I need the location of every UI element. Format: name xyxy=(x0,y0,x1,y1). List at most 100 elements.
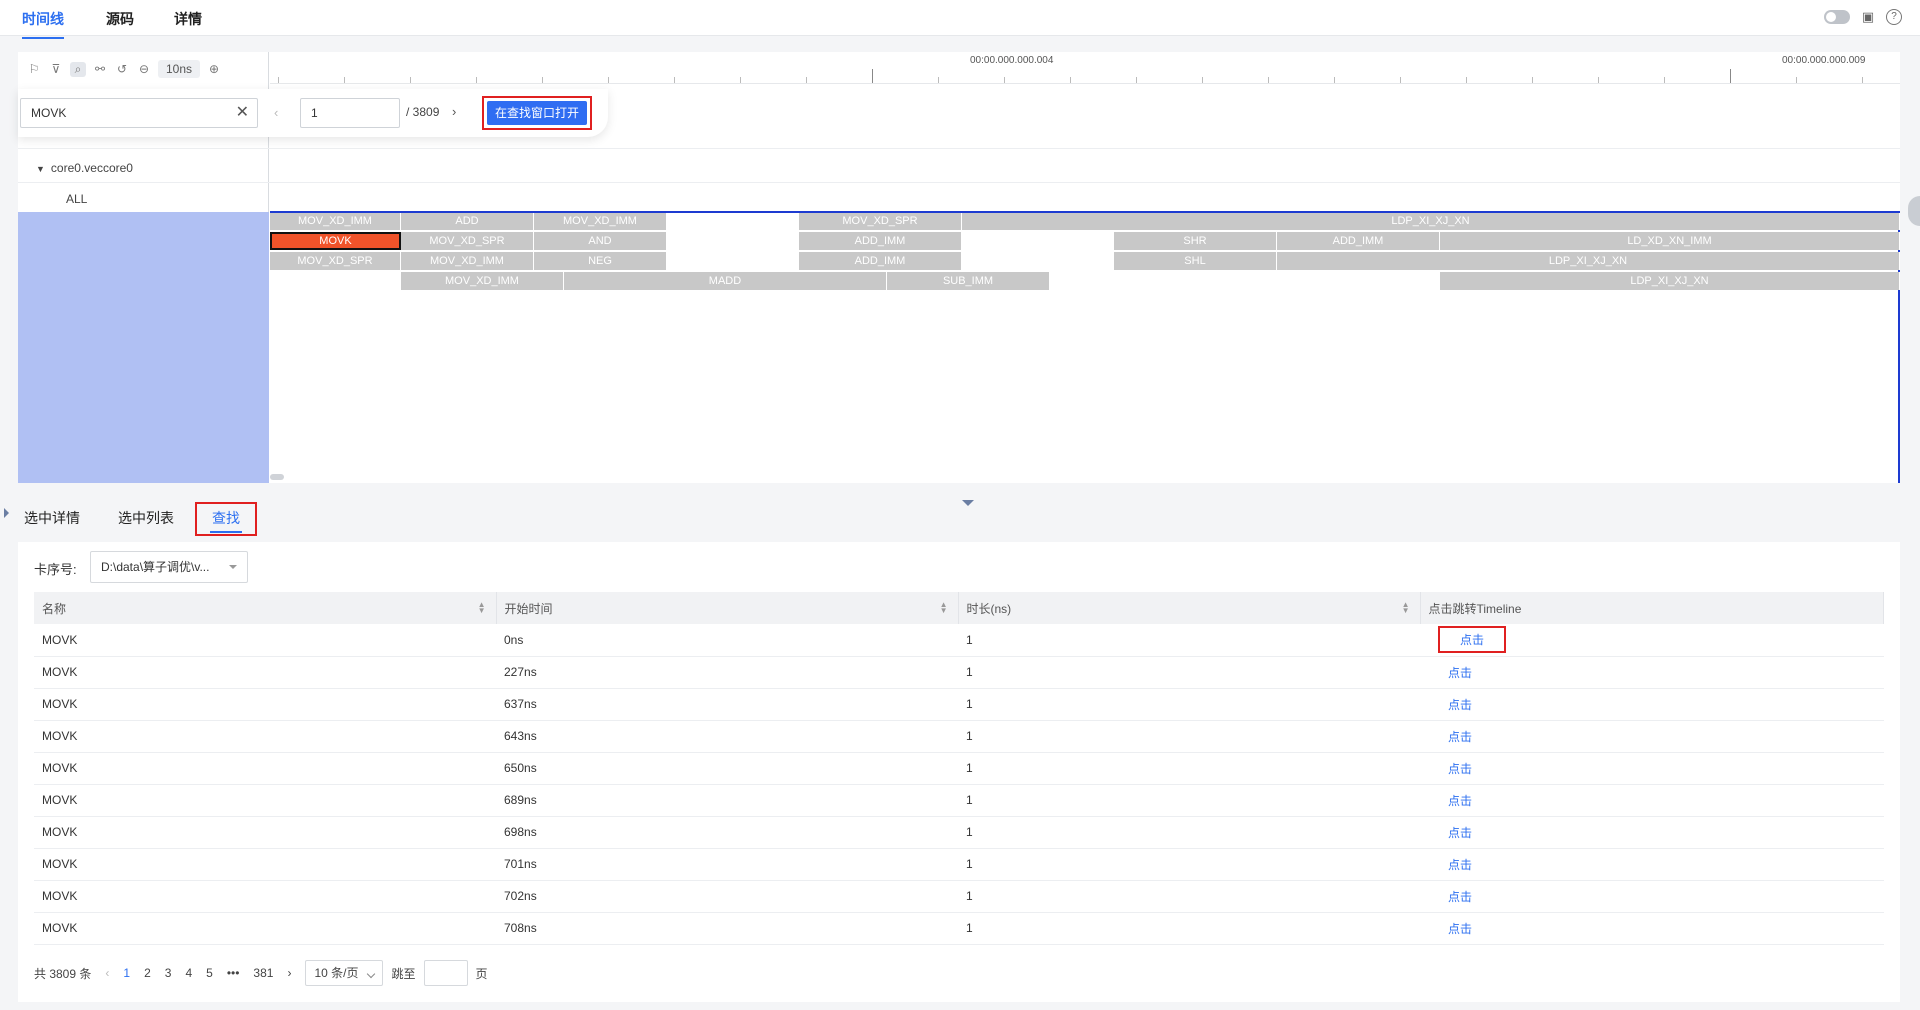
page-last[interactable]: 381 xyxy=(253,966,273,980)
card-select-value: D:\data\算子调优\v... xyxy=(101,560,210,574)
search-icon[interactable]: ⌕ xyxy=(70,61,86,77)
prev-page-icon[interactable]: ‹ xyxy=(105,966,109,980)
lane-track[interactable]: MOV_XD_IMM ADD MOV_XD_IMM MOV_XD_SPR LDP… xyxy=(270,212,1900,483)
instr-block[interactable]: LDP_XI_XJ_XN xyxy=(962,212,1900,230)
column-header-duration[interactable]: 时长(ns) ▲ ▼ xyxy=(958,592,1421,624)
jump-timeline-link[interactable]: 点击 xyxy=(1448,826,1472,840)
theme-toggle[interactable] xyxy=(1824,10,1850,24)
table-row[interactable]: MOVK 643ns 1 点击 xyxy=(34,720,1884,753)
instr-block[interactable]: LD_XD_XN_IMM xyxy=(1440,232,1900,250)
instr-block[interactable]: MOV_XD_SPR xyxy=(799,212,962,230)
instr-block[interactable]: MOV_XD_IMM xyxy=(401,252,534,270)
instr-block[interactable]: MOV_XD_SPR xyxy=(270,252,401,270)
jump-timeline-link[interactable]: 点击 xyxy=(1448,794,1472,808)
jump-timeline-link[interactable]: 点击 xyxy=(1448,698,1472,712)
sort-icon[interactable]: ▲ ▼ xyxy=(940,601,948,615)
column-header-start[interactable]: 开始时间 ▲ ▼ xyxy=(496,592,959,624)
instr-block[interactable]: MADD xyxy=(564,272,887,290)
table-row[interactable]: MOVK 650ns 1 点击 xyxy=(34,752,1884,785)
page-ellipsis[interactable]: ••• xyxy=(227,966,240,980)
card-select[interactable]: D:\data\算子调优\v... xyxy=(90,551,248,583)
avatar[interactable] xyxy=(1908,196,1920,226)
table-row[interactable]: MOVK 698ns 1 点击 xyxy=(34,816,1884,849)
search-input[interactable]: MOVK ✕ xyxy=(20,98,258,128)
column-header-jump: 点击跳转Timeline xyxy=(1420,592,1884,624)
tab-selected-list[interactable]: 选中列表 xyxy=(118,508,174,528)
cell-start: 0ns xyxy=(496,624,958,657)
instr-block[interactable]: SHL xyxy=(1114,252,1277,270)
page-3[interactable]: 3 xyxy=(165,966,172,980)
sort-icon[interactable]: ▲ ▼ xyxy=(478,601,486,615)
instr-block[interactable]: MOV_XD_IMM xyxy=(270,212,401,230)
tab-source[interactable]: 源码 xyxy=(106,9,134,29)
instr-block[interactable]: SUB_IMM xyxy=(887,272,1050,290)
instr-block[interactable]: LDP_XI_XJ_XN xyxy=(1440,272,1900,290)
lane-selected[interactable] xyxy=(18,212,269,483)
tab-timeline[interactable]: 时间线 xyxy=(22,9,64,39)
instr-block[interactable]: ADD_IMM xyxy=(799,252,962,270)
jump-page-input[interactable] xyxy=(423,960,468,986)
cell-duration: 1 xyxy=(958,656,1420,689)
language-icon[interactable]: ▣ xyxy=(1860,9,1876,25)
instr-block[interactable]: MOV_XD_IMM xyxy=(401,272,564,290)
page-1[interactable]: 1 xyxy=(123,966,130,980)
jump-timeline-link[interactable]: 点击 xyxy=(1448,890,1472,904)
cell-jump: 点击 xyxy=(1420,848,1884,881)
ruler-tick xyxy=(1598,77,1599,83)
page-4[interactable]: 4 xyxy=(185,966,192,980)
next-result-icon[interactable]: › xyxy=(452,104,456,119)
tree-node-all[interactable]: ALL xyxy=(66,192,87,206)
page-size-select[interactable]: 10 条/页 xyxy=(305,960,384,986)
top-icons: ▣ ? xyxy=(1824,9,1902,25)
instr-block-highlighted[interactable]: MOVK xyxy=(270,232,401,250)
instr-block[interactable]: MOV_XD_SPR xyxy=(401,232,534,250)
column-header-name[interactable]: 名称 ▲ ▼ xyxy=(34,592,497,624)
instr-block[interactable]: NEG xyxy=(534,252,667,270)
result-page-input[interactable]: 1 xyxy=(300,98,400,128)
filter-icon[interactable]: ⊽ xyxy=(48,62,64,76)
instr-block[interactable]: AND xyxy=(534,232,667,250)
tab-details[interactable]: 详情 xyxy=(174,9,202,29)
table-row[interactable]: MOVK 701ns 1 点击 xyxy=(34,848,1884,881)
page-5[interactable]: 5 xyxy=(206,966,213,980)
table-row[interactable]: MOVK 637ns 1 点击 xyxy=(34,688,1884,721)
table-row[interactable]: MOVK 708ns 1 点击 xyxy=(34,912,1884,945)
jump-timeline-link[interactable]: 点击 xyxy=(1448,762,1472,776)
table-row[interactable]: MOVK 689ns 1 点击 xyxy=(34,784,1884,817)
jump-timeline-link[interactable]: 点击 xyxy=(1448,730,1472,744)
top-nav: 时间线 源码 详情 ▣ ? xyxy=(0,0,1920,39)
ruler-tick xyxy=(1664,77,1665,83)
clear-icon[interactable]: ✕ xyxy=(236,99,249,127)
chevron-down-icon xyxy=(229,565,237,569)
flag-icon[interactable]: ⚐ xyxy=(26,62,42,76)
jump-timeline-link[interactable]: 点击 xyxy=(1448,858,1472,872)
jump-timeline-link[interactable]: 点击 xyxy=(1448,666,1472,680)
jump-timeline-link[interactable]: 点击 xyxy=(1448,922,1472,936)
open-in-find-window-label: 在查找窗口打开 xyxy=(487,101,587,125)
instr-block[interactable]: MOV_XD_IMM xyxy=(534,212,667,230)
prev-result-icon[interactable]: ‹ xyxy=(274,105,278,120)
table-row[interactable]: MOVK 702ns 1 点击 xyxy=(34,880,1884,913)
sort-icon[interactable]: ▲ ▼ xyxy=(1402,601,1410,615)
help-icon[interactable]: ? xyxy=(1886,9,1902,25)
instr-block[interactable]: ADD xyxy=(401,212,534,230)
next-page-icon[interactable]: › xyxy=(287,966,291,980)
instr-block[interactable]: ADD_IMM xyxy=(799,232,962,250)
table-row[interactable]: MOVK 227ns 1 点击 xyxy=(34,656,1884,689)
horizontal-scrollbar[interactable] xyxy=(270,474,284,480)
tab-selected-details[interactable]: 选中详情 xyxy=(24,508,80,528)
jump-timeline-link[interactable]: 点击 xyxy=(1438,626,1507,654)
zoom-out-icon[interactable]: ⊖ xyxy=(136,62,152,76)
cell-jump: 点击 xyxy=(1420,816,1884,849)
instr-block[interactable]: ADD_IMM xyxy=(1277,232,1440,250)
open-in-find-window-button[interactable]: 在查找窗口打开 xyxy=(482,96,592,130)
table-row[interactable]: MOVK 0ns 1 点击 xyxy=(34,624,1884,657)
instr-block[interactable]: LDP_XI_XJ_XN xyxy=(1277,252,1900,270)
instr-block[interactable]: SHR xyxy=(1114,232,1277,250)
cell-jump: 点击 xyxy=(1420,880,1884,913)
page-2[interactable]: 2 xyxy=(144,966,151,980)
link-icon[interactable]: ⚯ xyxy=(92,62,108,76)
reset-icon[interactable]: ↺ xyxy=(114,62,130,76)
zoom-in-icon[interactable]: ⊕ xyxy=(206,62,222,76)
tree-node-core[interactable]: ▼ core0.veccore0 xyxy=(36,161,133,175)
